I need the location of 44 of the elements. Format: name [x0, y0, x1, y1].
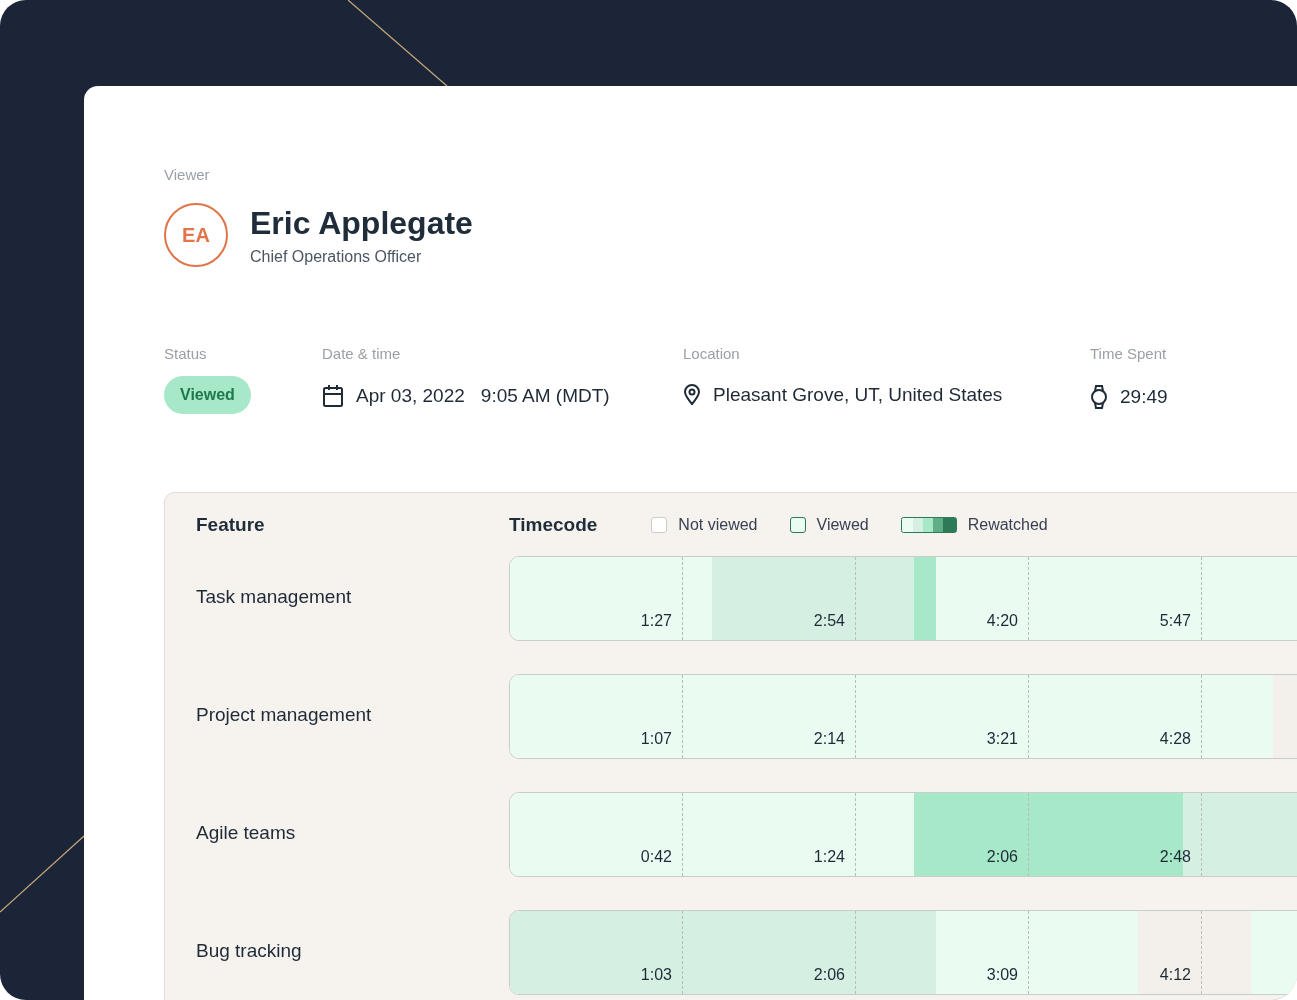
timecode-label: 2:54: [813, 612, 845, 630]
timecode-label: 1:24: [813, 848, 845, 866]
legend-label: Not viewed: [678, 516, 758, 534]
calendar-icon: [322, 384, 344, 408]
legend-label: Viewed: [816, 516, 869, 534]
gradient-swatch-icon: [900, 517, 957, 533]
location-text: Pleasant Grove, UT, United States: [713, 384, 1003, 406]
legend-label: Rewatched: [967, 516, 1048, 534]
date-text: Apr 03, 2022: [356, 385, 465, 407]
timecode-label: 2:48: [1159, 848, 1191, 866]
timecode-label: 4:12: [1159, 966, 1191, 984]
timecode-label: 1:27: [640, 612, 672, 630]
feature-name: Project management: [196, 703, 373, 726]
timecode-label: 4:28: [1159, 730, 1191, 748]
stat-label: Time Spent: [1090, 345, 1168, 362]
legend-swatch-icon: [651, 517, 668, 533]
feature-name: Agile teams: [196, 821, 297, 844]
timecode-label: 3:21: [986, 730, 1018, 748]
timecode-label: 2:06: [813, 966, 845, 984]
timecode-label: 0:42: [640, 848, 672, 866]
timecode-label: 4:20: [986, 612, 1018, 630]
viewer-title: Chief Operations Officer: [250, 247, 423, 266]
stat-label: Date & time: [322, 345, 402, 362]
column-header: Timecode: [509, 514, 598, 536]
watch-icon: [1090, 384, 1108, 410]
timecode-label: 5:47: [1159, 612, 1191, 630]
viewer-name: Eric Applegate: [250, 204, 473, 242]
section-label: Viewer: [164, 166, 211, 183]
timecode-label: 1:07: [640, 730, 672, 748]
time-spent-text: 29:49: [1120, 386, 1168, 408]
timecode-label: 3:09: [986, 966, 1018, 984]
timecode-label: 2:14: [813, 730, 845, 748]
timecode-label: 1:03: [640, 966, 672, 984]
legend-swatch-icon: [789, 517, 806, 533]
stat-label: Status: [164, 345, 208, 362]
feature-name: Task management: [196, 585, 353, 608]
stat-label: Location: [683, 345, 741, 362]
location-pin-icon: [683, 384, 701, 406]
time-text: 9:05 AM (MDT): [480, 385, 610, 407]
avatar: EA: [164, 203, 228, 267]
status-badge: Viewed: [164, 376, 251, 414]
timecode-label: 2:06: [986, 848, 1018, 866]
feature-name: Bug tracking: [196, 939, 303, 962]
column-header: Feature: [196, 514, 266, 536]
